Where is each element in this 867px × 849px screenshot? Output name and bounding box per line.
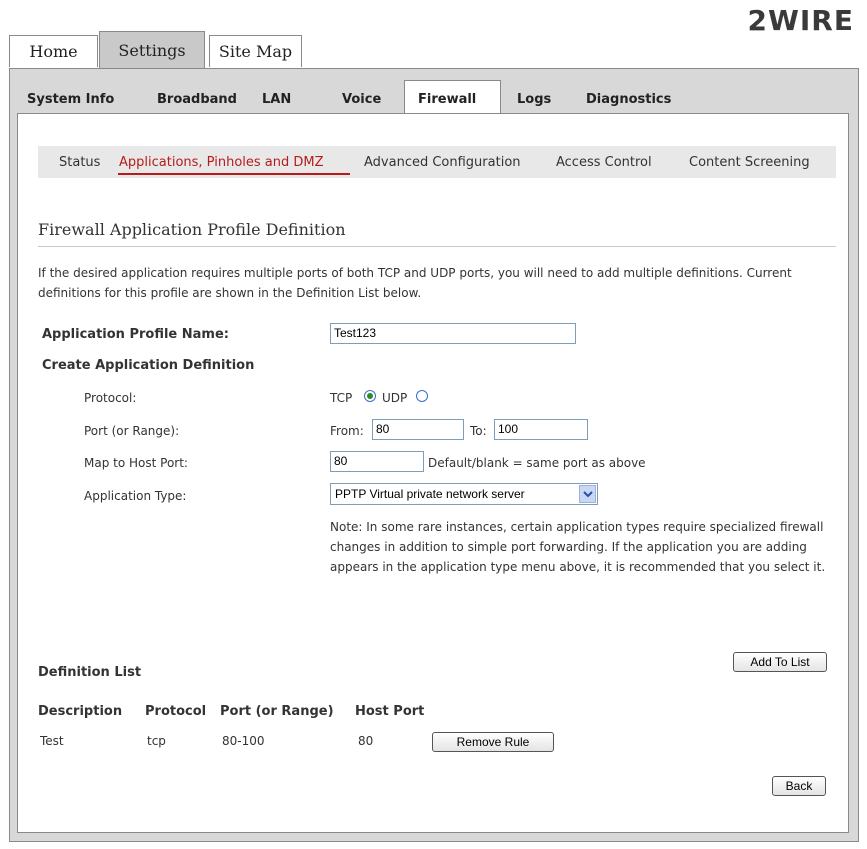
tcp-label: TCP bbox=[330, 391, 353, 405]
application-type-note: Note: In some rare instances, certain ap… bbox=[330, 520, 826, 574]
subnav-advanced-configuration[interactable]: Advanced Configuration bbox=[364, 155, 521, 170]
remove-rule-button[interactable]: Remove Rule bbox=[432, 732, 554, 752]
col-host-port: Host Port bbox=[355, 704, 425, 719]
chevron-down-icon[interactable] bbox=[579, 485, 596, 503]
map-host-port-input[interactable]: 80 bbox=[330, 451, 424, 472]
create-definition-label: Create Application Definition bbox=[42, 358, 255, 373]
map-host-port-hint: Default/blank = same port as above bbox=[428, 456, 646, 470]
row-host-port: 80 bbox=[358, 734, 374, 748]
row-port-range: 80-100 bbox=[222, 734, 265, 748]
subnav-active-underline bbox=[118, 173, 350, 175]
back-button[interactable]: Back bbox=[772, 776, 826, 796]
intro-text: If the desired application requires mult… bbox=[38, 266, 792, 300]
title-divider bbox=[38, 246, 836, 247]
tab-home-label: Home bbox=[29, 42, 78, 61]
subnav-content-screening[interactable]: Content Screening bbox=[689, 155, 810, 170]
tcp-radio-selected-dot bbox=[367, 393, 373, 399]
add-to-list-button[interactable]: Add To List bbox=[733, 652, 827, 672]
port-range-label: Port (or Range): bbox=[84, 424, 180, 438]
udp-label: UDP bbox=[382, 391, 408, 405]
port-to-input[interactable]: 100 bbox=[494, 419, 588, 440]
tcp-radio[interactable] bbox=[364, 390, 376, 402]
col-protocol: Protocol bbox=[145, 704, 207, 719]
application-type-select[interactable]: PPTP Virtual private network server bbox=[330, 483, 598, 505]
subnav-status[interactable]: Status bbox=[59, 155, 100, 170]
application-type-label: Application Type: bbox=[84, 489, 187, 503]
from-label: From: bbox=[330, 424, 364, 438]
nav-diagnostics[interactable]: Diagnostics bbox=[586, 92, 671, 107]
nav-voice[interactable]: Voice bbox=[342, 92, 381, 107]
port-from-input[interactable]: 80 bbox=[372, 419, 464, 440]
nav-firewall[interactable]: Firewall bbox=[418, 92, 476, 107]
profile-name-label: Application Profile Name: bbox=[42, 327, 229, 342]
profile-name-input[interactable]: Test123 bbox=[330, 323, 576, 344]
nav-logs[interactable]: Logs bbox=[517, 92, 551, 107]
row-protocol: tcp bbox=[147, 734, 166, 748]
logo-text: 2WIRE bbox=[748, 4, 854, 36]
tab-site-map[interactable]: Site Map bbox=[209, 35, 302, 67]
tab-settings-label: Settings bbox=[118, 40, 186, 60]
page-title: Firewall Application Profile Definition bbox=[38, 220, 346, 239]
to-label: To: bbox=[470, 424, 487, 438]
udp-radio[interactable] bbox=[416, 390, 428, 402]
2wire-logo: 2WIRE bbox=[748, 4, 854, 36]
nav-broadband[interactable]: Broadband bbox=[157, 92, 237, 107]
nav-lan[interactable]: LAN bbox=[262, 92, 291, 107]
tab-site-map-label: Site Map bbox=[218, 42, 293, 61]
definition-list-title: Definition List bbox=[38, 665, 142, 680]
subnav-access-control[interactable]: Access Control bbox=[556, 155, 652, 170]
application-type-value: PPTP Virtual private network server bbox=[335, 487, 525, 501]
col-port-range: Port (or Range) bbox=[220, 704, 334, 719]
tab-home[interactable]: Home bbox=[9, 35, 98, 67]
row-description: Test bbox=[40, 734, 64, 748]
map-host-port-label: Map to Host Port: bbox=[84, 456, 188, 470]
nav-system-info[interactable]: System Info bbox=[27, 92, 114, 107]
subnav-applications[interactable]: Applications, Pinholes and DMZ bbox=[119, 155, 324, 170]
tab-settings[interactable]: Settings bbox=[99, 31, 205, 68]
col-description: Description bbox=[38, 704, 123, 719]
protocol-label: Protocol: bbox=[84, 391, 137, 405]
